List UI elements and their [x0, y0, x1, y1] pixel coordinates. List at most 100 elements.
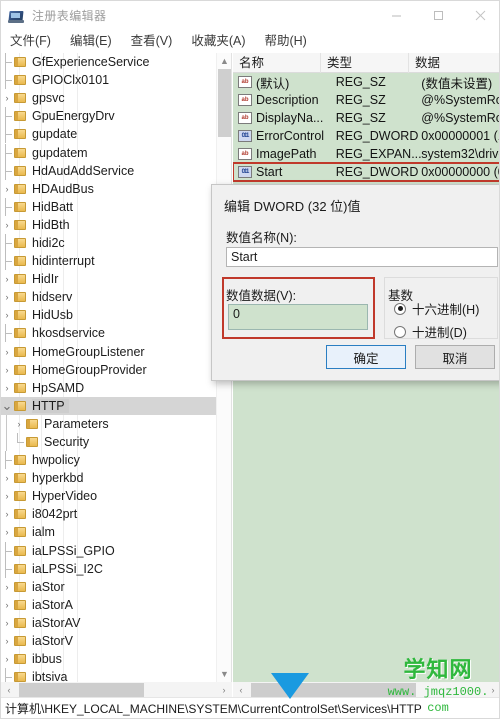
tree-item[interactable]: iaLPSSi_I2C	[1, 559, 217, 578]
tree-item[interactable]: hkosdservice	[1, 324, 217, 343]
tree-item[interactable]: hidi2c	[1, 233, 217, 252]
value-row[interactable]: ab (默认) REG_SZ (数值未设置)	[233, 73, 499, 91]
value-row[interactable]: ab Description REG_SZ @%SystemRoot%\s	[233, 91, 499, 109]
chevron-right-icon[interactable]: ›	[1, 632, 13, 650]
scroll-right-icon[interactable]: ›	[216, 682, 232, 698]
value-row[interactable]: 011 ErrorControl REG_DWORD0x00000001 (1)	[233, 127, 499, 145]
menu-favorites[interactable]: 收藏夹(A)	[189, 32, 254, 51]
chevron-right-icon[interactable]: ›	[13, 415, 25, 433]
ok-button[interactable]: 确定	[326, 345, 406, 369]
tree-item[interactable]: HidBatt	[1, 197, 217, 216]
folder-icon	[14, 563, 27, 575]
chevron-right-icon[interactable]: ›	[1, 505, 13, 523]
tree-item[interactable]: › HomeGroupProvider	[1, 361, 217, 379]
tree-item[interactable]: GfExperienceService	[1, 53, 217, 72]
chevron-right-icon[interactable]: ›	[1, 89, 13, 107]
chevron-right-icon[interactable]: ›	[1, 343, 13, 361]
tree-item[interactable]: › gpsvc	[1, 89, 217, 107]
values-scroll-left-icon[interactable]: ‹	[233, 682, 249, 698]
value-row[interactable]: 011 Start REG_DWORD0x00000000 (0)	[233, 162, 499, 182]
tree-item[interactable]: gupdate	[1, 125, 217, 144]
chevron-right-icon[interactable]: ›	[1, 650, 13, 668]
chevron-right-icon[interactable]: ›	[1, 578, 13, 596]
chevron-right-icon[interactable]: ›	[1, 288, 13, 306]
tree-item[interactable]: › hidserv	[1, 288, 217, 306]
column-header-type[interactable]: 类型	[321, 53, 409, 73]
scroll-left-icon[interactable]: ‹	[1, 682, 17, 698]
column-header-data[interactable]: 数据	[409, 53, 499, 73]
tree-item[interactable]: › i8042prt	[1, 505, 217, 523]
tree-item[interactable]: › HomeGroupListener	[1, 343, 217, 361]
tree-item[interactable]: › iaStorA	[1, 596, 217, 614]
tree-item[interactable]: gupdatem	[1, 143, 217, 162]
menu-view[interactable]: 查看(V)	[129, 32, 182, 51]
value-data-cell: system32\drivers\H	[421, 147, 499, 161]
chevron-right-icon[interactable]: ›	[1, 180, 13, 198]
tree-elbow-line	[1, 143, 13, 162]
tree-horizontal-scrollbar[interactable]: ‹ ›	[1, 682, 232, 698]
tree-hscroll-track[interactable]	[17, 682, 216, 698]
chevron-right-icon[interactable]: ›	[1, 361, 13, 379]
tree-elbow-line	[1, 541, 13, 560]
cancel-button[interactable]: 取消	[415, 345, 495, 369]
chevron-right-icon[interactable]: ›	[1, 379, 13, 397]
chevron-right-icon[interactable]: ›	[1, 306, 13, 324]
tree-item[interactable]: HdAudAddService	[1, 161, 217, 180]
tree-item-label: HidIr	[32, 272, 59, 287]
tree-item[interactable]: › ialm	[1, 523, 217, 541]
tree-item[interactable]: › iaStorAV	[1, 614, 217, 632]
menu-file[interactable]: 文件(F)	[8, 32, 60, 51]
tree-item[interactable]: › HyperVideo	[1, 487, 217, 505]
maximize-button[interactable]	[417, 1, 459, 30]
menu-edit[interactable]: 编辑(E)	[68, 32, 121, 51]
folder-icon	[14, 490, 27, 502]
tree-item[interactable]: › HidIr	[1, 270, 217, 288]
close-button[interactable]	[459, 1, 499, 30]
value-row[interactable]: ab DisplayNa... REG_SZ @%SystemRoot%\s	[233, 109, 499, 127]
tree-item[interactable]: ⌄ HTTP	[1, 396, 217, 415]
tree-item[interactable]: › HidBth	[1, 216, 217, 234]
chevron-right-icon[interactable]: ›	[1, 596, 13, 614]
tree-item[interactable]: Security	[1, 433, 217, 452]
folder-icon	[14, 472, 27, 484]
folder-icon	[14, 508, 27, 520]
chevron-right-icon[interactable]: ›	[1, 487, 13, 505]
tree-hscroll-thumb[interactable]	[19, 683, 144, 697]
tree-item[interactable]: › Parameters	[1, 414, 217, 433]
tree-item[interactable]: hwpolicy	[1, 451, 217, 470]
registry-tree-pane[interactable]: GfExperienceService GPIOClx0101 › gpsvc GpuE…	[1, 53, 232, 682]
registry-tree-list[interactable]: GfExperienceService GPIOClx0101 › gpsvc GpuE…	[1, 53, 217, 682]
tree-scroll-thumb[interactable]	[218, 69, 231, 137]
chevron-right-icon[interactable]: ›	[1, 469, 13, 487]
tree-item-label: iaStor	[32, 579, 65, 594]
value-row[interactable]: ab ImagePath REG_EXPAN...system32\drivers\…	[233, 145, 499, 163]
value-name-input[interactable]: Start	[226, 247, 498, 267]
chevron-right-icon[interactable]: ›	[1, 216, 13, 234]
chevron-down-icon[interactable]: ⌄	[1, 397, 13, 415]
chevron-right-icon[interactable]: ›	[1, 270, 13, 288]
tree-item[interactable]: › iaStorV	[1, 632, 217, 650]
tree-item[interactable]: › ibbus	[1, 650, 217, 668]
minimize-button[interactable]	[375, 1, 417, 30]
radio-decimal[interactable]: 十进制(D)	[394, 322, 467, 341]
chevron-right-icon[interactable]: ›	[1, 523, 13, 541]
radio-hexadecimal[interactable]: 十六进制(H)	[394, 299, 479, 318]
tree-item[interactable]: › iaStor	[1, 578, 217, 596]
tree-item[interactable]: ibtsiva	[1, 668, 217, 682]
values-scroll-right-icon[interactable]: ›	[485, 682, 499, 698]
tree-item[interactable]: iaLPSSi_GPIO	[1, 541, 217, 560]
tree-item[interactable]: hidinterrupt	[1, 252, 217, 271]
scroll-up-icon[interactable]: ▲	[217, 53, 231, 69]
column-header-name[interactable]: 名称	[233, 53, 321, 73]
tree-item[interactable]: GpuEnergyDrv	[1, 107, 217, 126]
scroll-down-icon[interactable]: ▼	[217, 666, 231, 682]
tree-item[interactable]: › HpSAMD	[1, 379, 217, 397]
tree-item[interactable]: GPIOClx0101	[1, 71, 217, 90]
menu-help[interactable]: 帮助(H)	[262, 32, 315, 51]
tree-item[interactable]: › HDAudBus	[1, 180, 217, 198]
tree-item[interactable]: › hyperkbd	[1, 469, 217, 487]
chevron-right-icon[interactable]: ›	[1, 614, 13, 632]
values-row-list[interactable]: ab (默认) REG_SZ (数值未设置) ab Description REG_SZ @%…	[233, 73, 499, 199]
value-data-input[interactable]: 0	[228, 304, 368, 330]
tree-item[interactable]: › HidUsb	[1, 306, 217, 324]
